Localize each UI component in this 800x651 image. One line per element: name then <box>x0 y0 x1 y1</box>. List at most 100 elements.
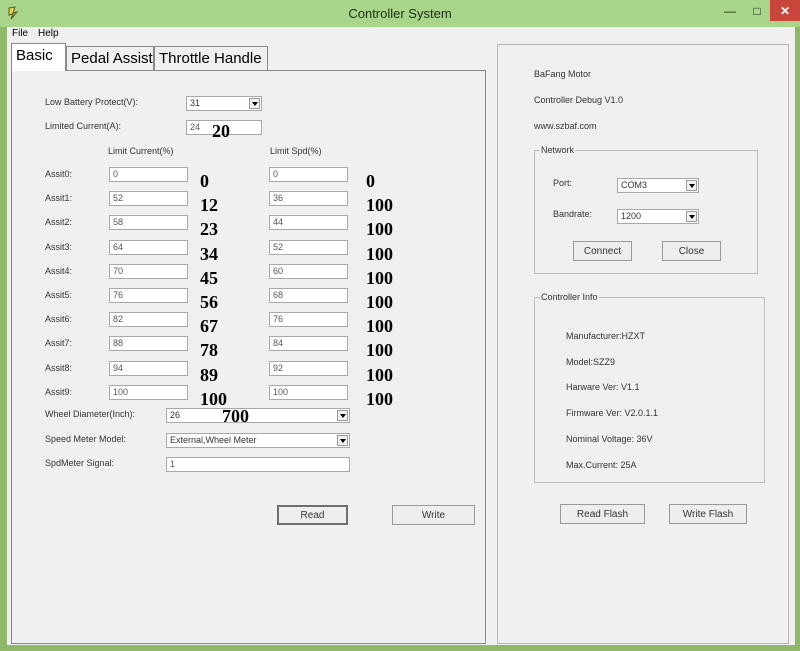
assist-current-input[interactable]: 64 <box>109 240 188 255</box>
assist-current-annotation: 23 <box>200 219 218 239</box>
hardware-version-text: Harware Ver: V1.1 <box>566 382 640 392</box>
write-flash-button[interactable]: Write Flash <box>669 504 747 524</box>
assist-label: Assit7: <box>45 338 73 348</box>
assist-speed-annotation: 100 <box>366 365 393 385</box>
assist-speed-annotation: 100 <box>366 340 393 360</box>
nominal-voltage-text: Nominal Voltage: 36V <box>566 434 653 444</box>
basic-panel <box>11 70 486 644</box>
assist-label: Assit6: <box>45 314 73 324</box>
connect-button[interactable]: Connect <box>573 241 632 261</box>
assist-current-input[interactable]: 94 <box>109 361 188 376</box>
assist-current-annotation: 0 <box>200 171 209 191</box>
assist-current-input[interactable]: 0 <box>109 167 188 182</box>
chevron-down-icon[interactable] <box>686 211 697 222</box>
bandrate-label: Bandrate: <box>553 209 593 219</box>
assist-speed-annotation: 0 <box>366 171 375 191</box>
chevron-down-icon[interactable] <box>686 180 697 191</box>
assist-current-input[interactable]: 82 <box>109 312 188 327</box>
max-current-text: Max.Current: 25A <box>566 460 637 470</box>
menu-help[interactable]: Help <box>38 28 59 39</box>
window-title: Controller System <box>348 6 452 21</box>
assist-speed-input[interactable]: 0 <box>269 167 348 182</box>
limited-current-annotation: 20 <box>212 121 230 141</box>
assist-current-annotation: 12 <box>200 195 218 215</box>
speed-meter-model-select[interactable]: External,Wheel Meter <box>166 433 350 448</box>
close-button[interactable]: Close <box>662 241 721 261</box>
assist-speed-input[interactable]: 52 <box>269 240 348 255</box>
wheel-diameter-label: Wheel Diameter(Inch): <box>45 409 136 419</box>
assist-speed-annotation: 100 <box>366 389 393 409</box>
assist-speed-input[interactable]: 92 <box>269 361 348 376</box>
chevron-down-icon[interactable] <box>249 98 260 109</box>
assist-label: Assit4: <box>45 266 73 276</box>
assist-label: Assit0: <box>45 169 73 179</box>
menu-bar: File Help <box>7 27 795 41</box>
assist-label: Assit8: <box>45 363 73 373</box>
assist-speed-annotation: 100 <box>366 316 393 336</box>
title-bar: Controller System — □ ✕ <box>0 0 800 27</box>
assist-current-input[interactable]: 100 <box>109 385 188 400</box>
assist-current-annotation: 56 <box>200 292 218 312</box>
read-flash-button[interactable]: Read Flash <box>560 504 645 524</box>
assist-current-input[interactable]: 58 <box>109 215 188 230</box>
assist-current-annotation: 67 <box>200 316 218 336</box>
assist-speed-input[interactable]: 76 <box>269 312 348 327</box>
assist-speed-input[interactable]: 44 <box>269 215 348 230</box>
firmware-version-text: Firmware Ver: V2.0.1.1 <box>566 408 659 418</box>
close-icon[interactable]: ✕ <box>770 0 800 21</box>
assist-current-input[interactable]: 52 <box>109 191 188 206</box>
assist-speed-input[interactable]: 60 <box>269 264 348 279</box>
assist-current-annotation: 34 <box>200 244 218 264</box>
menu-file[interactable]: File <box>12 28 28 39</box>
assist-current-annotation: 78 <box>200 340 218 360</box>
assist-speed-annotation: 100 <box>366 195 393 215</box>
assist-current-input[interactable]: 76 <box>109 288 188 303</box>
wheel-diameter-select[interactable]: 26 <box>166 408 350 423</box>
controller-info-legend: Controller Info <box>540 292 599 302</box>
assist-label: Assit9: <box>45 387 73 397</box>
assist-speed-annotation: 100 <box>366 268 393 288</box>
port-select[interactable]: COM3 <box>617 178 699 193</box>
limit-speed-header: Limit Spd(%) <box>270 146 322 156</box>
low-battery-label: Low Battery Protect(V): <box>45 97 139 107</box>
tab-pedal-assist[interactable]: Pedal Assist <box>66 46 154 70</box>
brand-text: BaFang Motor <box>534 69 592 79</box>
tab-throttle-handle[interactable]: Throttle Handle <box>154 46 268 70</box>
assist-current-annotation: 45 <box>200 268 218 288</box>
spd-meter-signal-input[interactable]: 1 <box>166 457 350 472</box>
network-legend: Network <box>540 145 576 155</box>
assist-current-input[interactable]: 88 <box>109 336 188 351</box>
spd-meter-signal-label: SpdMeter Signal: <box>45 458 115 468</box>
read-button[interactable]: Read <box>277 505 348 525</box>
tab-basic[interactable]: Basic <box>11 43 66 71</box>
assist-speed-annotation: 100 <box>366 292 393 312</box>
assist-current-input[interactable]: 70 <box>109 264 188 279</box>
assist-speed-input[interactable]: 84 <box>269 336 348 351</box>
maximize-icon[interactable]: □ <box>744 0 770 21</box>
assist-speed-input[interactable]: 100 <box>269 385 348 400</box>
wheel-diameter-annotation: 700 <box>222 406 249 426</box>
assist-current-annotation: 89 <box>200 365 218 385</box>
assist-speed-input[interactable]: 68 <box>269 288 348 303</box>
version-text: Controller Debug V1.0 <box>534 95 624 105</box>
website-text: www.szbaf.com <box>534 121 597 131</box>
assist-label: Assit3: <box>45 242 73 252</box>
assist-speed-input[interactable]: 36 <box>269 191 348 206</box>
limited-current-label: Limited Current(A): <box>45 121 122 131</box>
limit-current-header: Limit Current(%) <box>108 146 174 156</box>
chevron-down-icon[interactable] <box>337 435 348 446</box>
model-text: Model:SZZ9 <box>566 357 616 367</box>
assist-speed-annotation: 100 <box>366 219 393 239</box>
chevron-down-icon[interactable] <box>337 410 348 421</box>
assist-label: Assit5: <box>45 290 73 300</box>
write-button[interactable]: Write <box>392 505 475 525</box>
assist-label: Assit2: <box>45 217 73 227</box>
manufacturer-text: Manufacturer:HZXT <box>566 331 646 341</box>
minimize-icon[interactable]: — <box>716 0 744 21</box>
low-battery-select[interactable]: 31 <box>186 96 262 111</box>
assist-label: Assit1: <box>45 193 73 203</box>
assist-speed-annotation: 100 <box>366 244 393 264</box>
port-label: Port: <box>553 178 573 188</box>
bandrate-select[interactable]: 1200 <box>617 209 699 224</box>
speed-meter-model-label: Speed Meter Model: <box>45 434 127 444</box>
